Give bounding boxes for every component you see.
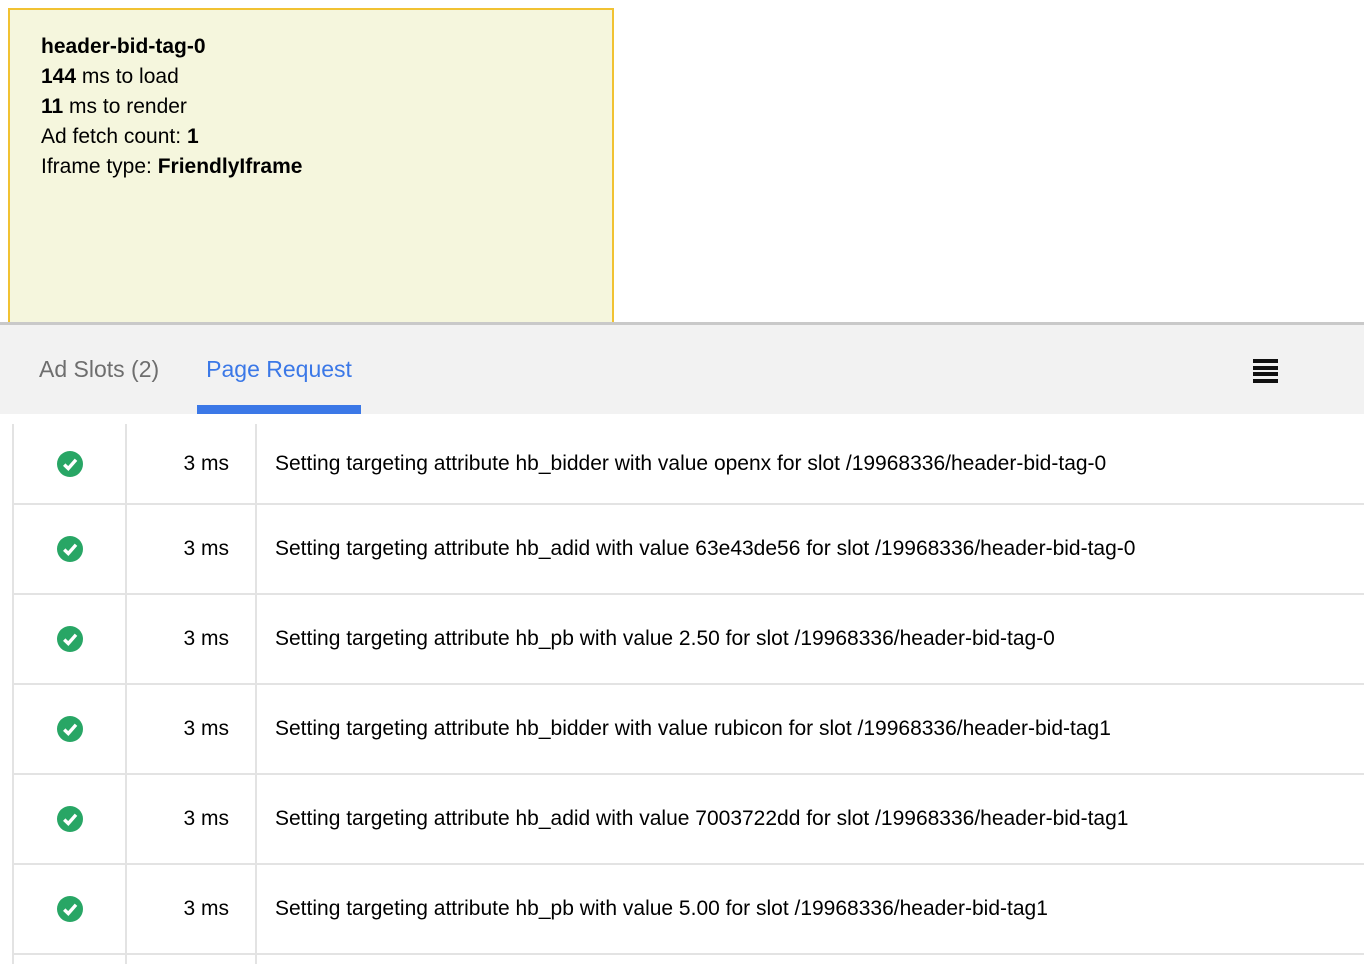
log-status-cell: [14, 685, 127, 773]
log-row: 3 ms Setting targeting attribute hb_bidd…: [14, 424, 1364, 505]
load-time-label: ms to load: [76, 65, 179, 88]
log-time: 3 ms: [127, 685, 257, 773]
log-message: Setting targeting attribute hb_adid with…: [257, 505, 1364, 593]
slot-info-overlay: header-bid-tag-0 144 ms to load 11 ms to…: [8, 8, 614, 322]
log-row: 3 ms Setting targeting attribute hb_pb w…: [14, 595, 1364, 685]
check-circle-icon: [57, 896, 83, 922]
slot-load-time: 144 ms to load: [41, 62, 581, 92]
list-icon-bar: [1253, 366, 1278, 370]
render-time-value: 11: [41, 95, 63, 118]
log-message: Setting targeting attribute hb_bidder wi…: [257, 685, 1364, 773]
log-status-cell: [14, 505, 127, 593]
check-circle-icon: [57, 451, 83, 477]
list-icon[interactable]: [1253, 359, 1278, 383]
log-message: Setting targeting attribute hb_pb with v…: [257, 865, 1364, 953]
log-time: 3 ms: [127, 595, 257, 683]
log-row-partial: [14, 955, 1364, 964]
check-circle-icon: [57, 806, 83, 832]
check-circle-icon: [57, 626, 83, 652]
log-row: 3 ms Setting targeting attribute hb_pb w…: [14, 865, 1364, 955]
log-row: 3 ms Setting targeting attribute hb_adid…: [14, 775, 1364, 865]
log-status-cell: [14, 955, 127, 964]
check-circle-icon: [57, 536, 83, 562]
slot-render-time: 11 ms to render: [41, 92, 581, 122]
log-table: 3 ms Setting targeting attribute hb_bidd…: [12, 424, 1364, 964]
log-status-cell: [14, 595, 127, 683]
slot-fetch-count: Ad fetch count: 1: [41, 122, 581, 152]
render-time-label: ms to render: [63, 95, 187, 118]
slot-title: header-bid-tag-0: [41, 32, 581, 62]
check-circle-icon: [57, 716, 83, 742]
fetch-count-label: Ad fetch count:: [41, 125, 187, 148]
log-time: 3 ms: [127, 775, 257, 863]
list-icon-bar: [1253, 372, 1278, 376]
log-time: 3 ms: [127, 424, 257, 503]
fetch-count-value: 1: [187, 125, 199, 148]
tab-page-request[interactable]: Page Request: [197, 325, 361, 414]
log-row: 3 ms Setting targeting attribute hb_bidd…: [14, 685, 1364, 775]
log-time-cell: [127, 955, 257, 964]
log-time: 3 ms: [127, 505, 257, 593]
iframe-type-label: Iframe type:: [41, 155, 158, 178]
log-status-cell: [14, 424, 127, 503]
iframe-type-value: FriendlyIframe: [158, 155, 303, 178]
log-message: Setting targeting attribute hb_pb with v…: [257, 595, 1364, 683]
log-message: Setting targeting attribute hb_adid with…: [257, 775, 1364, 863]
log-message: Setting targeting attribute hb_bidder wi…: [257, 424, 1364, 503]
log-time: 3 ms: [127, 865, 257, 953]
tab-ad-slots[interactable]: Ad Slots (2): [30, 325, 168, 414]
log-message-cell: [257, 955, 1364, 964]
slot-iframe-type: Iframe type: FriendlyIframe: [41, 152, 581, 182]
list-icon-bar: [1253, 379, 1278, 383]
list-icon-bar: [1253, 359, 1278, 363]
log-status-cell: [14, 865, 127, 953]
log-status-cell: [14, 775, 127, 863]
tab-bar: Ad Slots (2) Page Request: [0, 322, 1364, 414]
log-row: 3 ms Setting targeting attribute hb_adid…: [14, 505, 1364, 595]
load-time-value: 144: [41, 65, 76, 88]
